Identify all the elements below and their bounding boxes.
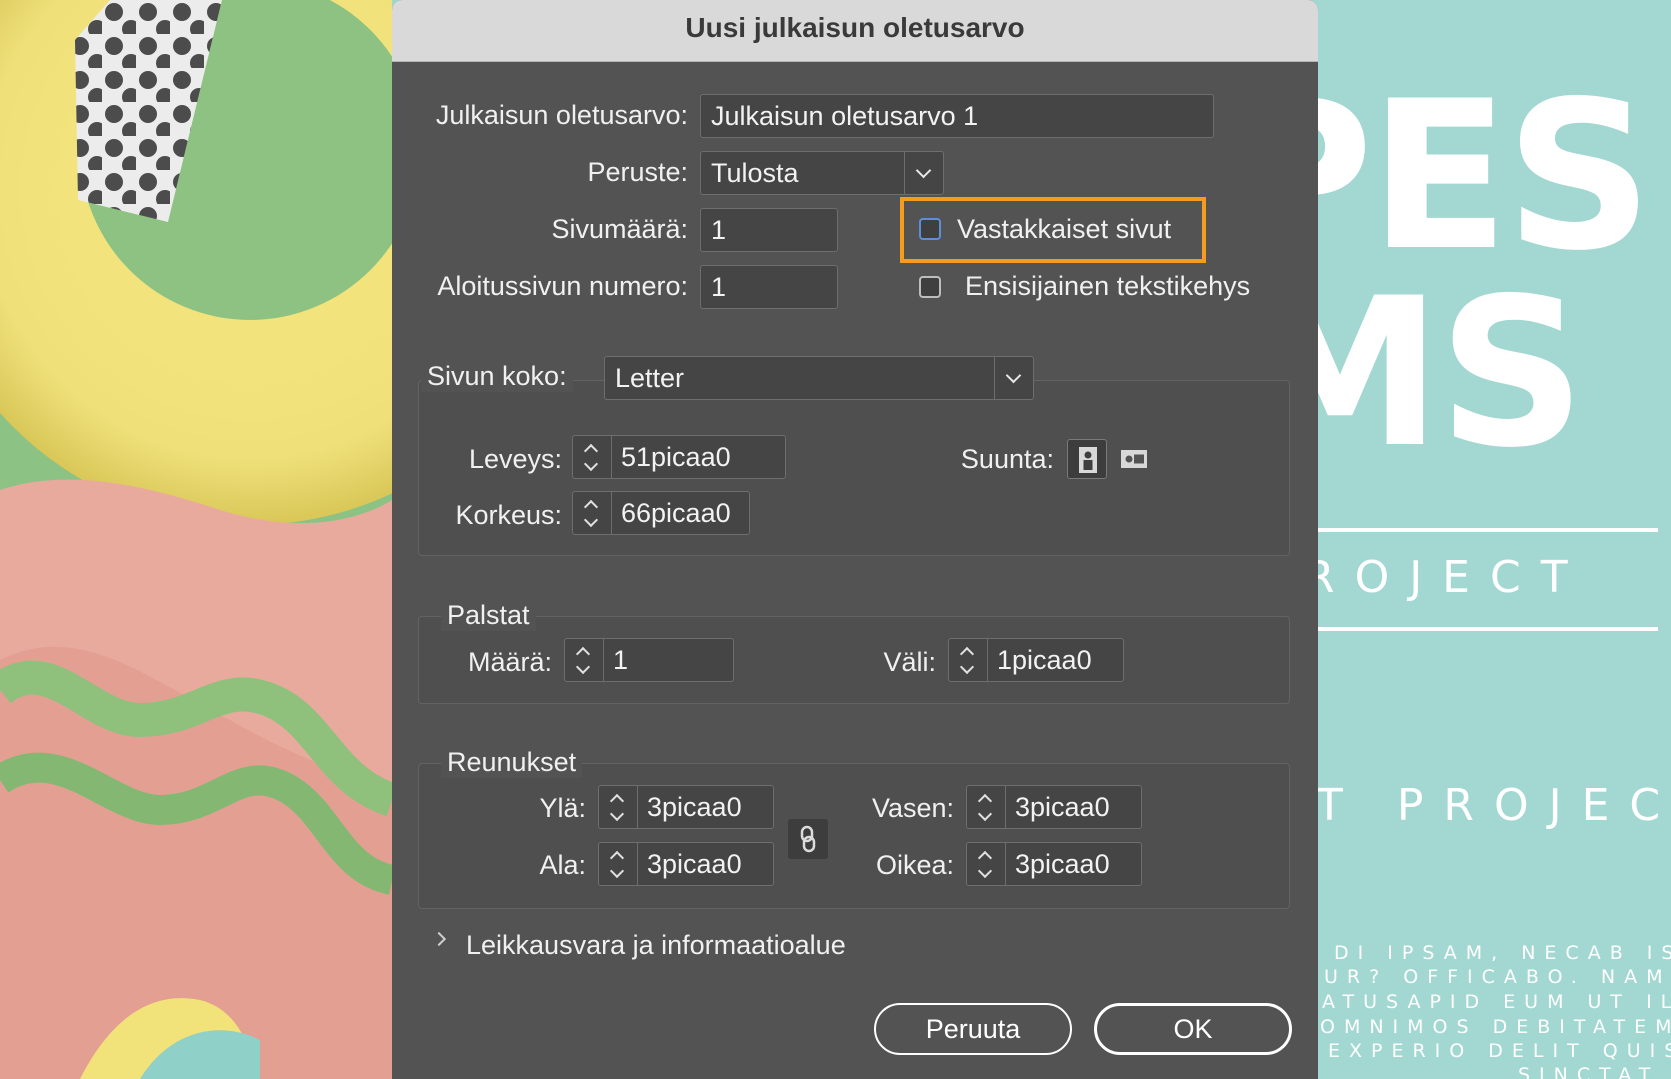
chevron-down-icon [583, 512, 599, 528]
columns-gutter-stepper-arrows[interactable] [949, 639, 988, 681]
margin-left-stepper[interactable]: 3picaa0 [966, 785, 1142, 829]
landscape-icon[interactable] [1115, 439, 1155, 479]
height-value[interactable]: 66picaa0 [621, 492, 731, 534]
cancel-button[interactable]: Peruuta [874, 1003, 1072, 1055]
start-page-label: Aloitussivun numero: [437, 271, 688, 301]
facing-pages-checkbox[interactable] [919, 218, 941, 240]
margins-title: Reunukset [441, 747, 583, 778]
page-size-dropdown-button[interactable] [994, 357, 1033, 399]
dialog-titlebar[interactable]: Uusi julkaisun oletusarvo [392, 0, 1318, 62]
margin-right-stepper[interactable]: 3picaa0 [966, 842, 1142, 886]
preset-label: Julkaisun oletusarvo: [435, 100, 688, 130]
intent-label: Peruste: [587, 157, 688, 187]
columns-title: Palstat [441, 600, 536, 631]
columns-gutter-label: Väli: [883, 647, 936, 677]
page-size-value: Letter [615, 363, 685, 393]
margin-left-stepper-arrows[interactable] [967, 786, 1006, 828]
orientation-label: Suunta: [960, 444, 1054, 474]
background-artwork-left [0, 0, 392, 1079]
poster-body-line: OMNIMOS DEBITATEM [1320, 1016, 1671, 1038]
intent-value: Tulosta [711, 158, 799, 188]
poster-body-line: SINCTAT [1518, 1064, 1660, 1079]
poster-body-line: DI IPSAM, NECAB IS [1334, 942, 1671, 964]
chevron-down-icon [977, 806, 993, 822]
background-poster-right: PES MS ROJECT T PROJECT DI IPSAM, NECAB … [1318, 0, 1671, 1079]
height-label: Korkeus: [455, 500, 562, 530]
chevron-right-icon[interactable] [431, 931, 447, 947]
pages-label: Sivumäärä: [551, 214, 688, 244]
chevron-down-icon [959, 659, 975, 675]
bleed-slug-disclosure[interactable]: Leikkausvara ja informaatioalue [466, 930, 846, 961]
pages-input[interactable]: 1 [700, 208, 838, 252]
poster-body-line: UR? OFFICABO. NAM [1324, 966, 1671, 988]
intent-dropdown[interactable]: Tulosta [700, 151, 944, 195]
margin-left-label: Vasen: [871, 793, 954, 823]
poster-body-line: EXPERIO DELIT QUIS [1328, 1040, 1671, 1062]
chevron-down-icon [977, 863, 993, 879]
height-stepper[interactable]: 66picaa0 [572, 491, 750, 535]
poster-headline-line2: MS [1318, 255, 1586, 493]
page-size-dropdown[interactable]: Letter [604, 356, 1034, 400]
page-size-label: Sivun koko: [421, 361, 573, 392]
facing-pages-label[interactable]: Vastakkaiset sivut [957, 214, 1171, 245]
margin-right-stepper-arrows[interactable] [967, 843, 1006, 885]
margin-left-value[interactable]: 3picaa0 [1015, 786, 1110, 828]
preset-name-input[interactable]: Julkaisun oletusarvo 1 [700, 94, 1214, 138]
columns-gutter-value[interactable]: 1picaa0 [997, 639, 1092, 681]
intent-dropdown-button[interactable] [904, 152, 943, 194]
chevron-down-icon [1005, 367, 1022, 384]
dialog-title: Uusi julkaisun oletusarvo [685, 12, 1025, 43]
poster-divider-top [1318, 528, 1658, 532]
margin-right-value[interactable]: 3picaa0 [1015, 843, 1110, 885]
chevron-down-icon [915, 162, 932, 179]
margins-group [418, 763, 1290, 909]
poster-subtitle-line2: T PROJECT [1318, 780, 1671, 831]
abstract-shapes-illustration [0, 0, 392, 1079]
columns-gutter-stepper[interactable]: 1picaa0 [948, 638, 1124, 682]
new-document-preset-dialog: Uusi julkaisun oletusarvo Julkaisun olet… [392, 0, 1318, 1079]
poster-divider-bottom [1318, 627, 1658, 631]
primary-text-frame-checkbox[interactable] [919, 276, 941, 298]
poster-headline-line1: PES [1318, 58, 1653, 296]
poster-body-line: ATUSAPID EUM UT IL [1322, 991, 1671, 1013]
height-stepper-arrows[interactable] [573, 492, 612, 534]
ok-button[interactable]: OK [1094, 1003, 1292, 1055]
primary-text-frame-label[interactable]: Ensisijainen tekstikehys [965, 271, 1250, 302]
margin-right-label: Oikea: [875, 850, 954, 880]
portrait-icon[interactable] [1067, 439, 1107, 479]
start-page-input[interactable]: 1 [700, 265, 838, 309]
poster-subtitle-line1: ROJECT [1318, 552, 1588, 603]
